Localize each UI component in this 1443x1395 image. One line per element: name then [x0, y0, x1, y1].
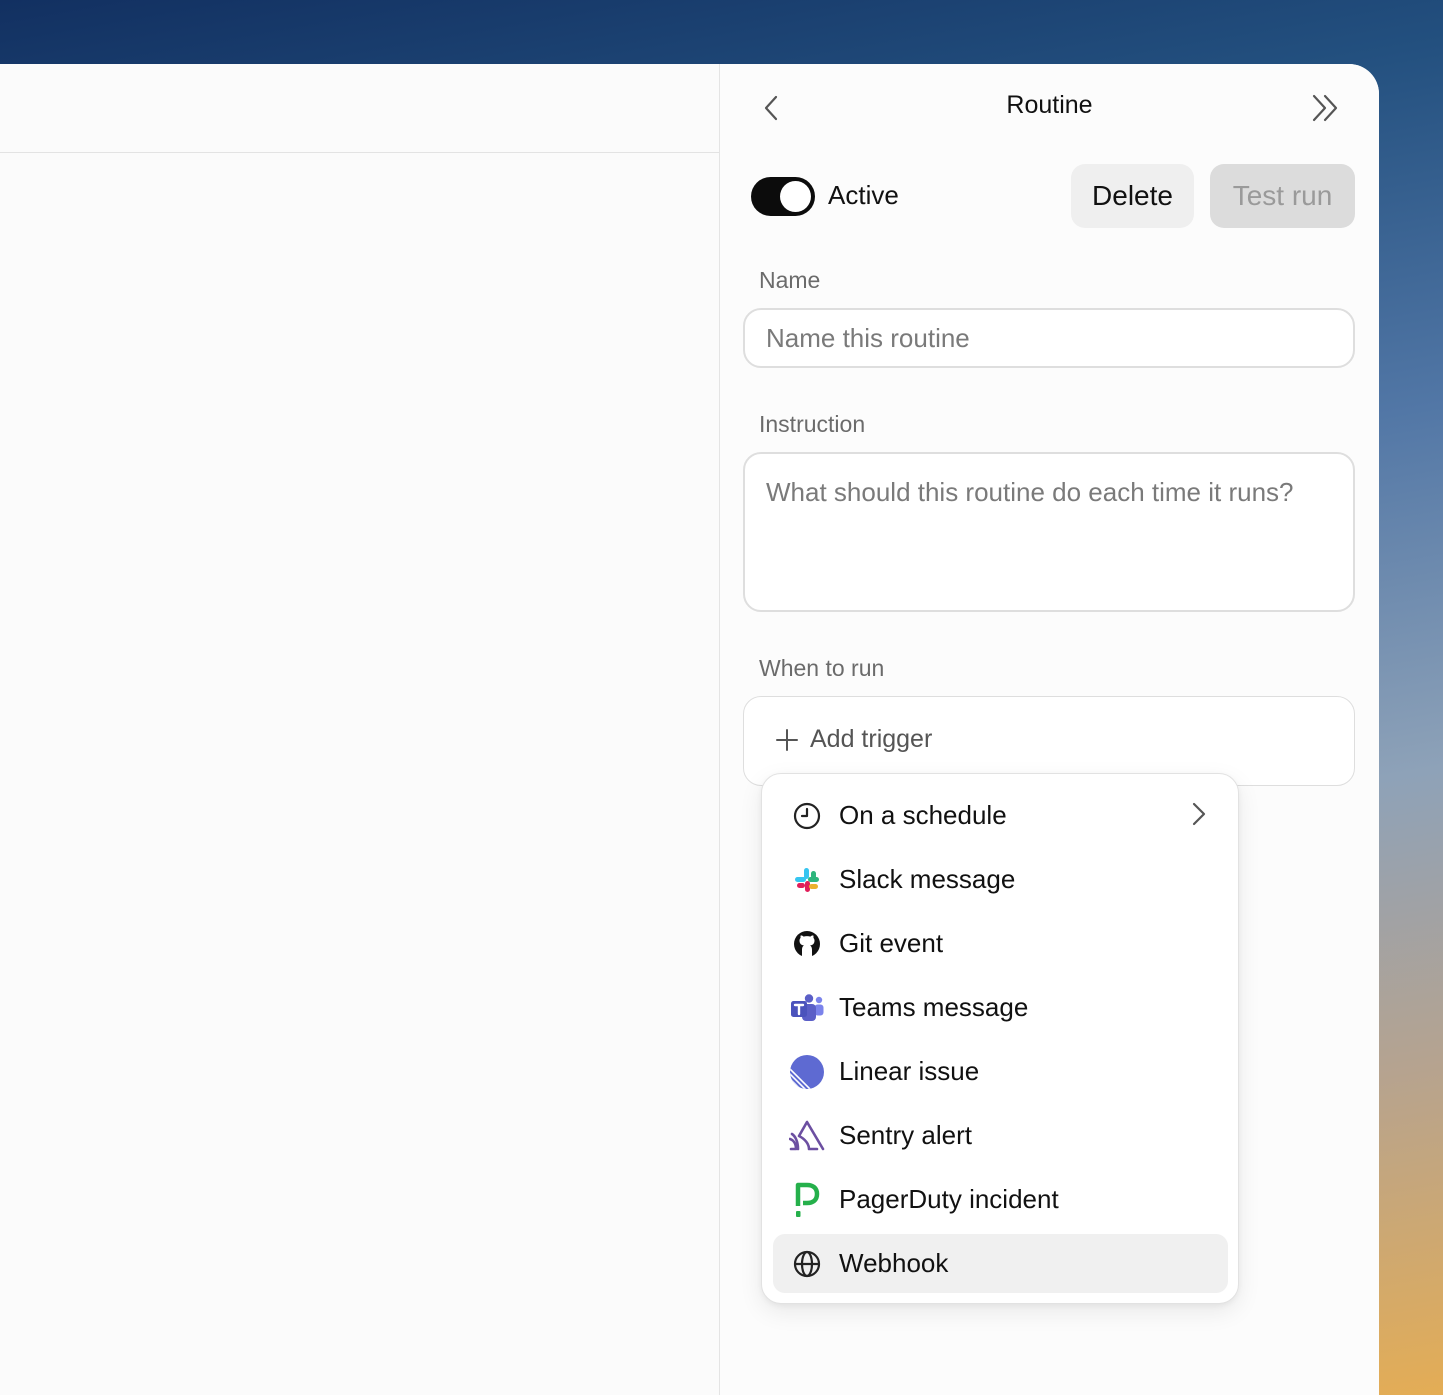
trigger-menu: On a schedule Slack message Git event Te…: [761, 773, 1239, 1304]
menu-item-label: Slack message: [839, 864, 1016, 894]
clock-icon: [789, 798, 825, 834]
linear-icon: [789, 1054, 825, 1090]
github-icon: [789, 926, 825, 962]
sentry-icon: [789, 1118, 825, 1154]
menu-item-label: Webhook: [839, 1248, 949, 1278]
chevrons-right-icon: [1312, 94, 1338, 122]
menu-item-label: Teams message: [839, 992, 1029, 1022]
slack-icon: [789, 862, 825, 898]
add-trigger-label: Add trigger: [810, 725, 933, 753]
panel-title: Routine: [1006, 91, 1093, 119]
pagerduty-icon: [789, 1182, 825, 1218]
active-label: Active: [828, 180, 899, 210]
menu-item-label: On a schedule: [839, 800, 1007, 830]
instruction-textarea[interactable]: [743, 452, 1355, 612]
menu-item-sentry[interactable]: Sentry alert: [773, 1106, 1228, 1165]
menu-item-slack[interactable]: Slack message: [773, 850, 1228, 909]
collapse-panel-button[interactable]: [1308, 90, 1344, 126]
menu-item-teams[interactable]: Teams message: [773, 978, 1228, 1037]
globe-icon: [789, 1246, 825, 1282]
menu-item-label: Linear issue: [839, 1056, 980, 1086]
name-input[interactable]: [743, 308, 1355, 368]
app-window: Routine Active Delete Test run Name Inst…: [0, 64, 1379, 1395]
routine-panel: Routine Active Delete Test run Name Inst…: [720, 64, 1379, 1395]
menu-item-webhook[interactable]: Webhook: [773, 1234, 1228, 1293]
menu-item-schedule[interactable]: On a schedule: [773, 786, 1228, 845]
instruction-label: Instruction: [759, 411, 866, 437]
main-content-pane: [0, 64, 719, 1395]
add-trigger-button[interactable]: Add trigger: [776, 725, 932, 754]
menu-item-pagerduty[interactable]: PagerDuty incident: [773, 1170, 1228, 1229]
delete-button[interactable]: Delete: [1071, 164, 1194, 228]
test-run-button[interactable]: Test run: [1210, 164, 1355, 228]
name-label: Name: [759, 267, 821, 293]
teams-icon: [789, 990, 825, 1026]
menu-item-label: PagerDuty incident: [839, 1184, 1059, 1214]
menu-item-label: Git event: [839, 928, 944, 958]
menu-item-linear[interactable]: Linear issue: [773, 1042, 1228, 1101]
active-toggle[interactable]: [751, 177, 815, 216]
when-to-run-label: When to run: [759, 655, 885, 681]
menu-item-git[interactable]: Git event: [773, 914, 1228, 973]
plus-icon: [776, 728, 798, 751]
main-toolbar: [0, 64, 719, 153]
toggle-knob: [780, 181, 811, 212]
chevron-right-icon: [1192, 802, 1206, 826]
menu-item-label: Sentry alert: [839, 1120, 972, 1150]
